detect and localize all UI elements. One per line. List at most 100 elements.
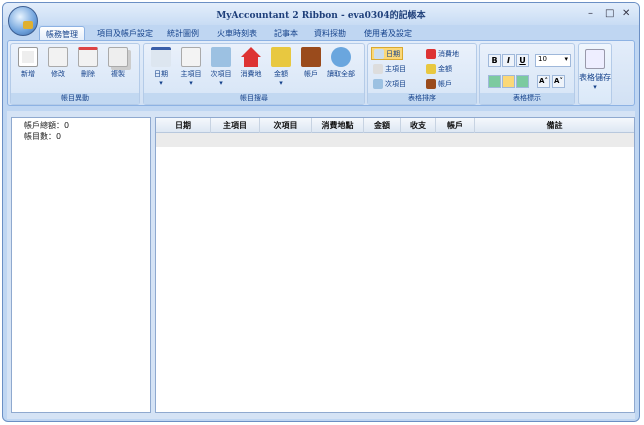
calendar-search-icon: [151, 47, 171, 67]
group-sort-label: 表格排序: [368, 93, 476, 104]
sort-amount-button[interactable]: 金額: [424, 62, 454, 75]
refresh-icon: [331, 47, 351, 67]
delete-label: 刪除: [81, 70, 95, 78]
load-all-button[interactable]: 讀取全部: [326, 47, 356, 79]
document-icon: [373, 63, 383, 74]
sort-main-item-label: 主項目: [385, 64, 406, 73]
search-place-button[interactable]: 消費地: [236, 47, 266, 79]
group-format-label: 表格標示: [480, 93, 574, 104]
sort-account-label: 帳戶: [438, 79, 452, 88]
save-table-button[interactable]: 表格儲存 ▾: [578, 43, 612, 105]
copy-button[interactable]: 複製: [103, 47, 133, 79]
tab-notebook[interactable]: 記事本: [268, 26, 304, 41]
edit-icon: [48, 47, 68, 67]
minimize-button[interactable]: –: [588, 8, 593, 19]
tab-user-settings[interactable]: 使用者及設定: [358, 26, 418, 41]
delete-icon: [78, 47, 98, 67]
column-header-amount[interactable]: 金額: [364, 118, 401, 133]
add-icon: [18, 47, 38, 67]
sort-date-label: 日期: [386, 49, 400, 58]
account-total: 帳戶總額：0: [24, 121, 70, 130]
sort-place-label: 消費地: [438, 49, 459, 58]
wallet-icon: [301, 47, 321, 67]
tab-data-mining[interactable]: 資料探勘: [308, 26, 352, 41]
search-amount-label: 金額: [274, 70, 288, 78]
search-sub-item-label: 次項目: [210, 70, 232, 78]
column-header-note[interactable]: 備註: [475, 118, 634, 133]
close-button[interactable]: ✕: [622, 8, 630, 19]
records-table[interactable]: 日期 主項目 次項目 消費地點 金額 收支 帳戶 備註: [155, 117, 635, 413]
list-search-icon: [211, 47, 231, 67]
window-title: MyAccountant 2 Ribbon - eva0304的記帳本: [216, 11, 426, 21]
delete-button[interactable]: 刪除: [73, 47, 103, 79]
search-account-button[interactable]: 帳戶: [296, 47, 326, 79]
column-header-main-item[interactable]: 主項目: [211, 118, 260, 133]
align-right-button[interactable]: [516, 75, 529, 88]
group-edit-label: 帳目異動: [11, 93, 139, 104]
group-search-label: 帳目搜尋: [144, 93, 364, 104]
font-size-value: 10: [538, 55, 547, 63]
group-search: 日期 ▾ 主項目 ▾ 次項目 ▾ 消費地 金額 ▾ 帳戶 讀取全部 帳目搜尋: [143, 43, 365, 105]
bold-button[interactable]: B: [488, 54, 501, 67]
app-window: MyAccountant 2 Ribbon - eva0304的記帳本 – □ …: [2, 2, 640, 422]
column-header-sub-item[interactable]: 次項目: [260, 118, 312, 133]
maximize-button[interactable]: □: [605, 8, 614, 19]
sort-sub-item-button[interactable]: 次項目: [371, 77, 408, 90]
ribbon-tabs: 帳務管理 項目及帳戶設定 統計圖例 火車時刻表 記事本 資料探勘 使用者及設定: [3, 25, 639, 41]
money-icon: [426, 63, 436, 74]
summary-tree: 帳戶總額：0 帳目數：0: [11, 117, 151, 413]
italic-button[interactable]: I: [502, 54, 515, 67]
search-main-item-button[interactable]: 主項目 ▾: [176, 47, 206, 87]
tab-item-settings[interactable]: 項目及帳戶設定: [91, 26, 159, 41]
calendar-icon: [374, 48, 384, 59]
ribbon: 新增 修改 刪除 複製 帳目異動 日期 ▾ 主項目 ▾ 次項目 ▾ 消費地 金額 ▾ 帳…: [7, 40, 635, 106]
add-button[interactable]: 新增: [13, 47, 43, 79]
tab-train-schedule[interactable]: 火車時刻表: [211, 26, 263, 41]
house-icon: [241, 47, 261, 67]
list-icon: [373, 78, 383, 89]
entry-count: 帳目數：0: [24, 132, 62, 141]
sort-account-button[interactable]: 帳戶: [424, 77, 454, 90]
search-amount-button[interactable]: 金額 ▾: [266, 47, 296, 87]
copy-icon: [108, 47, 128, 67]
search-account-label: 帳戶: [304, 70, 318, 78]
save-icon: [585, 49, 605, 69]
search-date-button[interactable]: 日期 ▾: [146, 47, 176, 87]
underline-button[interactable]: U: [516, 54, 529, 67]
table-row[interactable]: [156, 133, 634, 147]
tab-account-management[interactable]: 帳務管理: [39, 26, 85, 41]
sort-amount-label: 金額: [438, 64, 452, 73]
document-search-icon: [181, 47, 201, 67]
group-edit: 新增 修改 刪除 複製 帳目異動: [10, 43, 140, 105]
chevron-down-icon: ▾: [564, 55, 568, 63]
app-menu-orb[interactable]: [8, 6, 38, 36]
house-icon: [426, 48, 436, 59]
align-center-button[interactable]: [502, 75, 515, 88]
column-header-place[interactable]: 消費地點: [312, 118, 364, 133]
grow-font-button[interactable]: A˄: [537, 75, 550, 88]
copy-label: 複製: [111, 70, 125, 78]
main-content: 帳戶總額：0 帳目數：0 日期 主項目 次項目 消費地點 金額 收支 帳戶 備註: [7, 111, 635, 419]
search-sub-item-button[interactable]: 次項目 ▾: [206, 47, 236, 87]
edit-button[interactable]: 修改: [43, 47, 73, 79]
shrink-font-button[interactable]: A˅: [552, 75, 565, 88]
group-format: B I U 10 ▾ A˄ A˅ 表格標示: [479, 43, 575, 105]
sort-main-item-button[interactable]: 主項目: [371, 62, 408, 75]
save-table-label: 表格儲存: [579, 73, 611, 82]
search-main-item-label: 主項目: [180, 70, 202, 78]
sort-sub-item-label: 次項目: [385, 79, 406, 88]
sort-place-button[interactable]: 消費地: [424, 47, 461, 60]
font-size-select[interactable]: 10 ▾: [535, 54, 571, 67]
edit-label: 修改: [51, 70, 65, 78]
group-sort: 日期 主項目 次項目 消費地 金額 帳戶 表格排序: [367, 43, 477, 105]
column-header-account[interactable]: 帳戶: [436, 118, 475, 133]
add-label: 新增: [21, 70, 35, 78]
column-header-date[interactable]: 日期: [156, 118, 211, 133]
column-header-income-expense[interactable]: 收支: [401, 118, 436, 133]
title-bar: MyAccountant 2 Ribbon - eva0304的記帳本 – □ …: [3, 3, 639, 25]
chevron-down-icon: ▾: [593, 83, 597, 91]
sort-date-button[interactable]: 日期: [371, 47, 403, 60]
tab-statistics[interactable]: 統計圖例: [161, 26, 205, 41]
align-left-button[interactable]: [488, 75, 501, 88]
money-icon: [271, 47, 291, 67]
